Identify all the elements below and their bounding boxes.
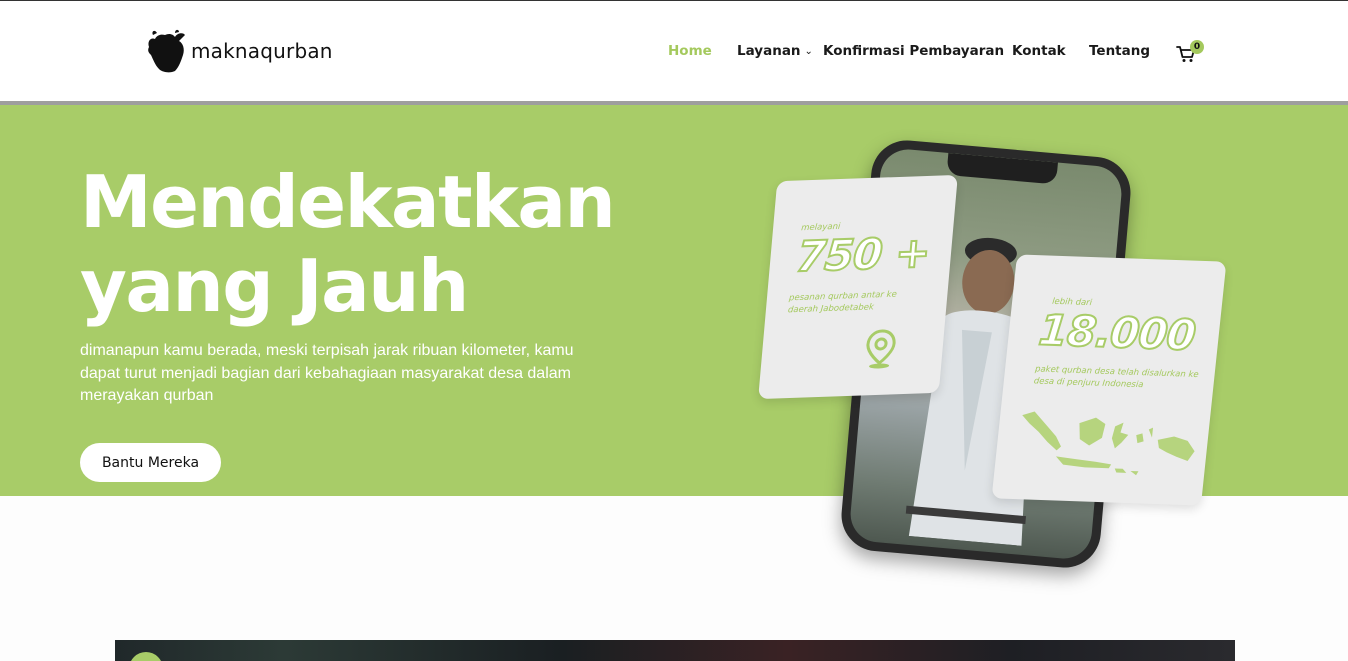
stat-card-orders-number: 750 + <box>793 227 932 283</box>
location-pin-icon <box>866 329 896 369</box>
stat-card-packages-caption: paket qurban desa telah disalurkan ke de… <box>1033 364 1200 391</box>
nav-item-layanan-label: Layanan <box>737 43 801 59</box>
stat-card-orders: melayani 750 + pesanan qurban antar ke d… <box>758 174 958 400</box>
bantu-mereka-button[interactable]: Bantu Mereka <box>80 443 221 482</box>
hero-subtitle: dimanapun kamu berada, meski terpisah ja… <box>80 342 574 404</box>
stat-card-packages-number: 18.000 <box>1036 304 1199 360</box>
stat-card-orders-caption: pesanan qurban antar ke daerah Jabodetab… <box>787 289 898 316</box>
stat-card-packages: lebih dari 18.000 paket qurban desa tela… <box>991 254 1227 506</box>
play-button-icon[interactable] <box>129 652 163 661</box>
nav-item-konfirmasi-pembayaran[interactable]: Konfirmasi Pembayaran <box>823 43 1004 59</box>
cart-count-badge: 0 <box>1190 40 1204 54</box>
hero-title: Mendekatkan yang Jauh <box>80 160 616 328</box>
chevron-down-icon: ⌄ <box>804 46 813 57</box>
phone-notch <box>946 152 1058 185</box>
nav-item-layanan[interactable]: Layanan ⌄ <box>737 43 813 59</box>
nav-item-tentang[interactable]: Tentang <box>1089 43 1150 59</box>
cart-button[interactable]: 0 <box>1176 40 1206 63</box>
main-nav: Home Layanan ⌄ Konfirmasi Pembayaran Kont… <box>0 43 1348 63</box>
indonesia-map-icon <box>1022 411 1195 476</box>
video-section-preview[interactable] <box>115 640 1235 661</box>
nav-item-home[interactable]: Home <box>668 43 712 59</box>
site-header: maknaqurban Home Layanan ⌄ Konfirmasi Pem… <box>0 1 1348 101</box>
nav-item-kontak[interactable]: Kontak <box>1012 43 1066 59</box>
